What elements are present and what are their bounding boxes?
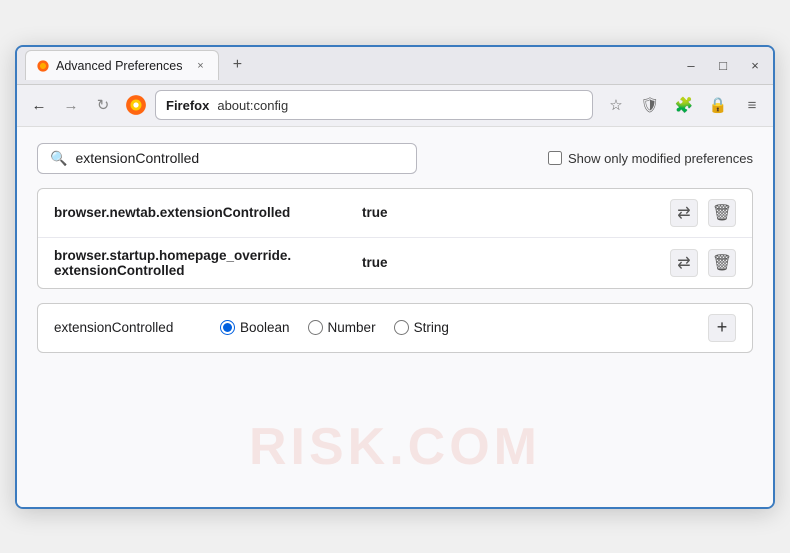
type-radio-group: Boolean Number String bbox=[220, 320, 449, 335]
pref-value-1: true bbox=[362, 205, 388, 220]
forward-button[interactable]: → bbox=[57, 91, 85, 119]
search-input[interactable] bbox=[75, 150, 404, 166]
delete-button-2[interactable]: 🗑 bbox=[708, 249, 736, 277]
delete-button-1[interactable]: 🗑 bbox=[708, 199, 736, 227]
preference-search-box[interactable]: 🔍 bbox=[37, 143, 417, 174]
pref-value-2: true bbox=[362, 255, 388, 270]
new-preference-row: extensionControlled Boolean Number Strin… bbox=[37, 303, 753, 353]
shield-icon[interactable]: 🛡 bbox=[637, 92, 663, 118]
string-option[interactable]: String bbox=[394, 320, 449, 335]
maximize-button[interactable]: □ bbox=[713, 55, 733, 75]
table-row: browser.startup.homepage_override.extens… bbox=[38, 238, 752, 288]
menu-icon[interactable]: ≡ bbox=[739, 92, 765, 118]
nav-icon-group: ☆ 🛡 🧩 🔒 ≡ bbox=[603, 92, 765, 118]
number-option[interactable]: Number bbox=[308, 320, 376, 335]
swap-button-2[interactable]: ⇄ bbox=[670, 249, 698, 277]
close-window-button[interactable]: × bbox=[745, 55, 765, 75]
row-actions-2: ⇄ 🗑 bbox=[670, 249, 736, 277]
address-bar[interactable]: Firefox about:config bbox=[155, 90, 593, 120]
new-pref-name: extensionControlled bbox=[54, 320, 204, 335]
title-bar: Advanced Preferences × + – □ × bbox=[17, 47, 773, 85]
boolean-radio[interactable] bbox=[220, 320, 235, 335]
back-button[interactable]: ← bbox=[25, 91, 53, 119]
browser-tab[interactable]: Advanced Preferences × bbox=[25, 50, 219, 80]
search-row: 🔍 Show only modified preferences bbox=[37, 143, 753, 174]
show-modified-checkbox[interactable] bbox=[548, 151, 562, 165]
bookmark-icon[interactable]: ☆ bbox=[603, 92, 629, 118]
firefox-logo bbox=[125, 94, 147, 116]
site-name: Firefox bbox=[166, 98, 209, 113]
url-display: about:config bbox=[217, 98, 288, 113]
pref-name-2: browser.startup.homepage_override.extens… bbox=[54, 248, 354, 278]
number-radio[interactable] bbox=[308, 320, 323, 335]
boolean-option[interactable]: Boolean bbox=[220, 320, 290, 335]
show-modified-text: Show only modified preferences bbox=[568, 151, 753, 166]
row-actions-1: ⇄ 🗑 bbox=[670, 199, 736, 227]
boolean-label: Boolean bbox=[240, 320, 290, 335]
nav-bar: ← → ↻ Firefox about:config ☆ 🛡 🧩 🔒 ≡ bbox=[17, 85, 773, 127]
firefox-favicon bbox=[36, 59, 50, 73]
string-radio[interactable] bbox=[394, 320, 409, 335]
window-controls: – □ × bbox=[681, 55, 765, 75]
tab-close-button[interactable]: × bbox=[192, 58, 208, 74]
search-icon: 🔍 bbox=[50, 150, 67, 167]
new-tab-button[interactable]: + bbox=[225, 53, 249, 77]
string-label: String bbox=[414, 320, 449, 335]
table-row: browser.newtab.extensionControlled true … bbox=[38, 189, 752, 238]
extension-icon[interactable]: 🧩 bbox=[671, 92, 697, 118]
watermark: RISK.COM bbox=[249, 417, 541, 477]
browser-window: Advanced Preferences × + – □ × ← → ↻ Fir… bbox=[15, 45, 775, 509]
swap-button-1[interactable]: ⇄ bbox=[670, 199, 698, 227]
minimize-button[interactable]: – bbox=[681, 55, 701, 75]
reload-button[interactable]: ↻ bbox=[89, 91, 117, 119]
tab-title: Advanced Preferences bbox=[56, 59, 182, 73]
add-preference-button[interactable]: + bbox=[708, 314, 736, 342]
lock-icon[interactable]: 🔒 bbox=[705, 92, 731, 118]
page-content: RISK.COM 🔍 Show only modified preference… bbox=[17, 127, 773, 507]
number-label: Number bbox=[328, 320, 376, 335]
show-modified-label[interactable]: Show only modified preferences bbox=[548, 151, 753, 166]
pref-name-1: browser.newtab.extensionControlled bbox=[54, 205, 354, 220]
results-table: browser.newtab.extensionControlled true … bbox=[37, 188, 753, 289]
